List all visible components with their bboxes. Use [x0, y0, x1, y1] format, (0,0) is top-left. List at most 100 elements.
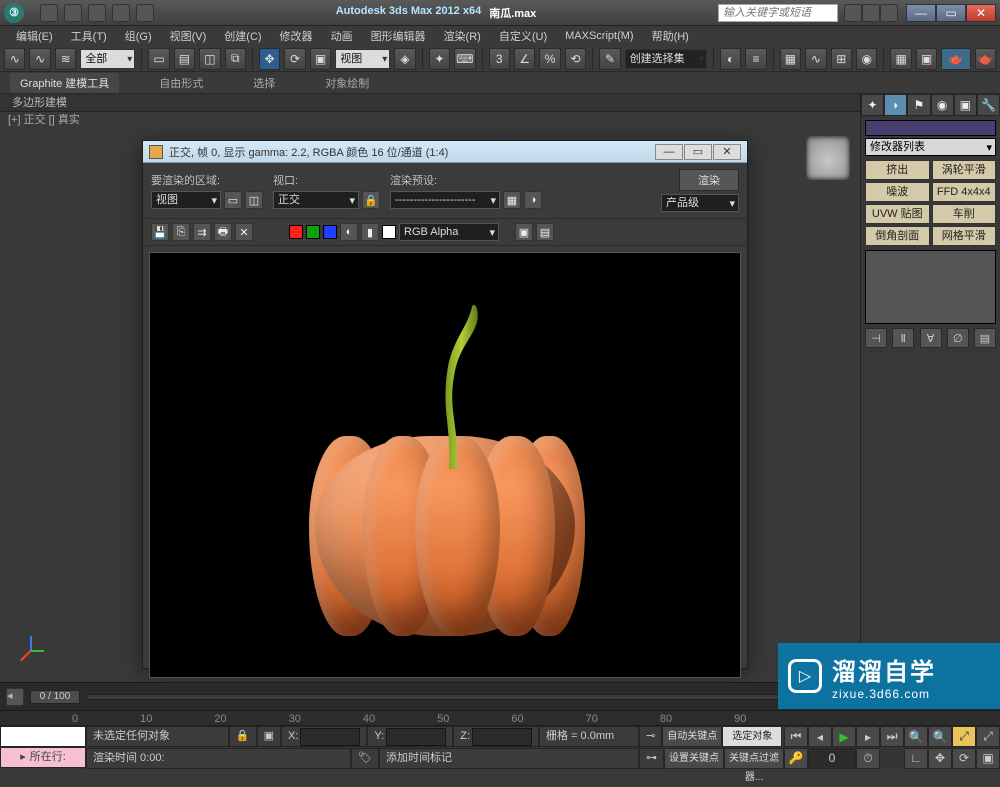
pin-stack-icon[interactable]: ⊣	[865, 328, 887, 348]
set-key-icon[interactable]: ⊶	[639, 748, 664, 769]
angle-snap-icon[interactable]: ∠	[514, 48, 535, 70]
mod-uvwmap-button[interactable]: UVW 贴图	[865, 204, 930, 224]
render-mode-dropdown[interactable]: 产品级	[661, 194, 739, 212]
zoom-icon[interactable]: 🔍	[904, 726, 928, 747]
time-config-icon[interactable]: ◂	[6, 688, 24, 706]
named-sel-dropdown[interactable]: 创建选择集	[625, 49, 707, 69]
snap-toggle-icon[interactable]: 3	[489, 48, 510, 70]
channel-green-icon[interactable]	[306, 225, 320, 239]
menu-customize[interactable]: 自定义(U)	[491, 27, 555, 45]
menu-modifiers[interactable]: 修改器	[272, 27, 321, 45]
render-iterative-icon[interactable]: 🫖	[975, 48, 996, 70]
next-frame-icon[interactable]: ▸	[856, 726, 880, 747]
render-output-canvas[interactable]	[149, 252, 741, 678]
play-icon[interactable]: ▶	[832, 726, 856, 747]
coord-reset-icon[interactable]: ▣	[257, 726, 281, 747]
mod-bevelprofile-button[interactable]: 倒角剖面	[865, 226, 930, 246]
menu-maxscript[interactable]: MAXScript(M)	[557, 29, 641, 43]
selection-filter-dropdown[interactable]: 全部	[80, 49, 135, 69]
qat-undo-icon[interactable]	[112, 4, 130, 22]
prev-frame-icon[interactable]: ◂	[808, 726, 832, 747]
mod-ffd-button[interactable]: FFD 4x4x4	[932, 182, 997, 202]
window-crossing-icon[interactable]: ⧉	[225, 48, 246, 70]
time-tag-icon[interactable]: 🏷	[351, 748, 379, 769]
key-filters-button[interactable]: 关键点过滤器...	[724, 748, 784, 769]
render-production-icon[interactable]: 🫖	[941, 48, 970, 70]
viewcube-icon[interactable]	[806, 136, 850, 180]
cmd-tab-utilities-icon[interactable]: 🔧	[977, 94, 1000, 116]
render-button[interactable]: 渲染	[679, 169, 739, 191]
render-preset-dropdown[interactable]: ----------------------	[390, 191, 500, 209]
zoom-extents-all-icon[interactable]: ⤢	[976, 726, 1000, 747]
qat-redo-icon[interactable]	[136, 4, 154, 22]
maximize-button[interactable]: ▭	[936, 4, 966, 22]
goto-end-icon[interactable]: ⏭	[880, 726, 904, 747]
mod-extrude-button[interactable]: 挤出	[865, 160, 930, 180]
cmd-tab-modify-icon[interactable]: ◗	[884, 94, 907, 116]
material-editor-icon[interactable]: ◉	[856, 48, 877, 70]
key-mode-icon[interactable]: ⊸	[639, 726, 662, 747]
ribbon-tab-graphite[interactable]: Graphite 建模工具	[10, 73, 119, 93]
toggle-overlay-icon[interactable]: ▣	[515, 223, 533, 241]
make-unique-icon[interactable]: ∀	[920, 328, 942, 348]
schematic-view-icon[interactable]: ⊞	[831, 48, 852, 70]
infocenter-icon[interactable]	[844, 4, 862, 22]
show-end-result-icon[interactable]: Ⅱ	[892, 328, 914, 348]
ribbon-panel-label[interactable]: 多边形建模	[0, 94, 1000, 112]
curve-editor-icon[interactable]: ∿	[805, 48, 826, 70]
menu-animation[interactable]: 动画	[323, 27, 361, 45]
object-color-swatch[interactable]	[865, 120, 996, 136]
help-icon[interactable]	[880, 4, 898, 22]
minimize-button[interactable]: —	[906, 4, 936, 22]
render-close-button[interactable]: ✕	[713, 144, 741, 160]
print-icon[interactable]: 🖶	[214, 223, 232, 241]
bg-swatch-icon[interactable]	[382, 225, 396, 239]
menu-grapheditors[interactable]: 图形编辑器	[363, 27, 434, 45]
mod-turbosmooth-button[interactable]: 涡轮平滑	[932, 160, 997, 180]
menu-group[interactable]: 组(G)	[117, 27, 160, 45]
viewport-area[interactable]: 正交, 帧 0, 显示 gamma: 2.2, RGBA 颜色 16 位/通道 …	[0, 128, 1000, 674]
percent-snap-icon[interactable]: %	[539, 48, 560, 70]
ribbon-tab-freeform[interactable]: 自由形式	[149, 73, 213, 93]
manipulate-icon[interactable]: ✦	[429, 48, 450, 70]
area-to-render-dropdown[interactable]: 视图	[151, 191, 221, 209]
environment-icon[interactable]: ◑	[524, 191, 542, 209]
align-icon[interactable]: ≡	[745, 48, 766, 70]
selected-set-dropdown[interactable]: 选定对象	[722, 726, 782, 747]
menu-tools[interactable]: 工具(T)	[63, 27, 115, 45]
cmd-tab-motion-icon[interactable]: ◉	[931, 94, 954, 116]
ribbon-tab-objectpaint[interactable]: 对象绘制	[315, 73, 379, 93]
modifier-stack-list[interactable]	[865, 250, 996, 324]
configure-sets-icon[interactable]: ▤	[974, 328, 996, 348]
auto-region-icon[interactable]: ◫	[245, 191, 263, 209]
viewport-dropdown[interactable]: 正交	[273, 191, 359, 209]
remove-mod-icon[interactable]: ∅	[947, 328, 969, 348]
edit-region-icon[interactable]: ▭	[224, 191, 242, 209]
render-max-button[interactable]: ▭	[684, 144, 712, 160]
script-mini-listener[interactable]	[0, 726, 86, 747]
menu-help[interactable]: 帮助(H)	[644, 27, 697, 45]
select-region-icon[interactable]: ◫	[199, 48, 220, 70]
render-window-titlebar[interactable]: 正交, 帧 0, 显示 gamma: 2.2, RGBA 颜色 16 位/通道 …	[143, 141, 747, 163]
set-key-button[interactable]: 设置关键点	[664, 748, 724, 769]
qat-new-icon[interactable]	[40, 4, 58, 22]
current-frame-input[interactable]: 0	[808, 748, 856, 769]
link-icon[interactable]: ∿	[4, 48, 25, 70]
cmd-tab-create-icon[interactable]: ✦	[861, 94, 884, 116]
select-scale-icon[interactable]: ▣	[310, 48, 331, 70]
timeline-ruler[interactable]: 0 10 20 30 40 50 60 70 80 90	[0, 710, 1000, 726]
pan-icon[interactable]: ✥	[928, 748, 952, 769]
time-config-icon[interactable]: ⏱	[856, 748, 880, 769]
spinner-snap-icon[interactable]: ⟲	[565, 48, 586, 70]
viewport-label[interactable]: [+] 正交 [] 真实	[0, 112, 1000, 128]
clone-frame-icon[interactable]: ⇉	[193, 223, 211, 241]
field-of-view-icon[interactable]: ∟	[904, 748, 928, 769]
channel-blue-icon[interactable]	[323, 225, 337, 239]
mod-meshsmooth-button[interactable]: 网格平滑	[932, 226, 997, 246]
menu-view[interactable]: 视图(V)	[162, 27, 215, 45]
star-icon[interactable]	[862, 4, 880, 22]
edit-named-sel-icon[interactable]: ✎	[599, 48, 620, 70]
time-slider-thumb[interactable]: 0 / 100	[30, 690, 80, 704]
app-logo-icon[interactable]: ③	[4, 3, 24, 23]
add-time-tag-button[interactable]: 添加时间标记	[379, 748, 639, 769]
